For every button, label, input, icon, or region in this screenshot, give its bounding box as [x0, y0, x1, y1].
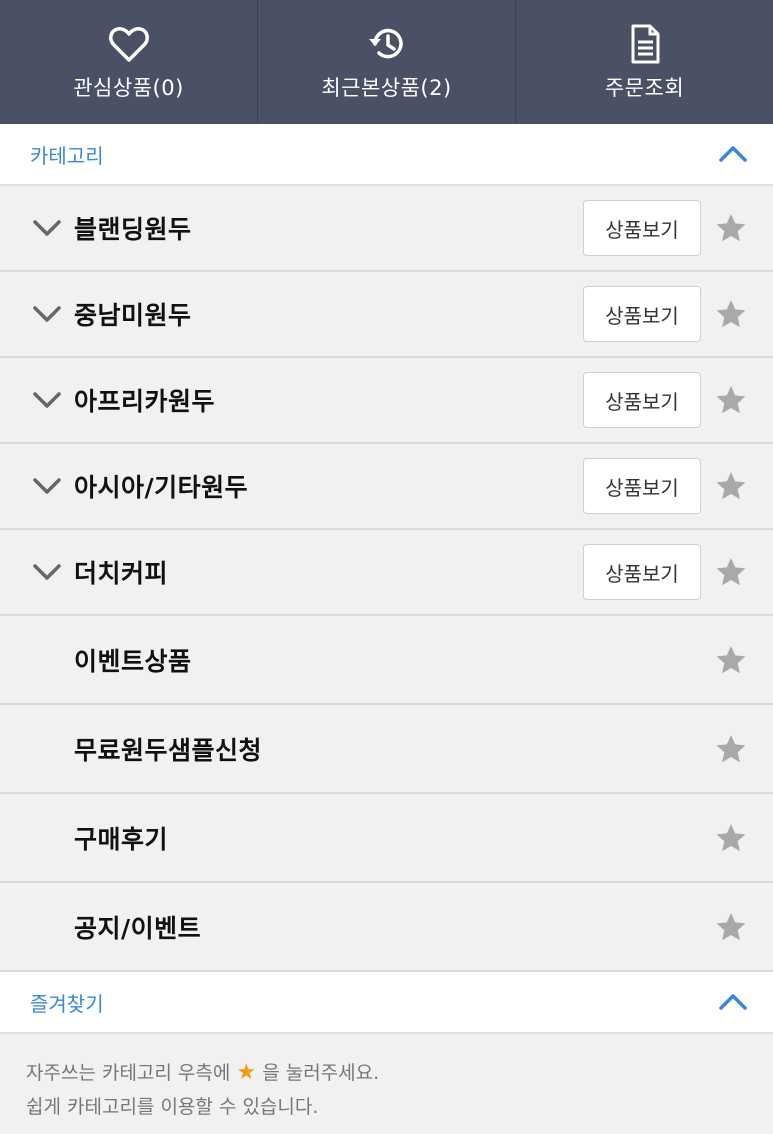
category-list: 블랜딩원두 상품보기 중남미원두 상품보기 아프리카원두 상품보기 아시아/기타원두 상품보기… — [0, 186, 773, 972]
tab-wishlist-label: 관심상품(0) — [73, 76, 184, 100]
star-icon[interactable] — [715, 298, 747, 330]
chevron-down-icon[interactable] — [30, 469, 64, 503]
category-item[interactable]: 블랜딩원두 상품보기 — [0, 186, 773, 272]
chevron-down-icon[interactable] — [30, 383, 64, 417]
category-item[interactable]: 이벤트상품 — [0, 616, 773, 705]
category-item-label[interactable]: 아프리카원두 — [74, 382, 583, 418]
tab-recently-viewed-label: 최근본상품(2) — [321, 76, 452, 100]
tab-recently-viewed[interactable]: 최근본상품(2) — [258, 0, 516, 124]
category-item[interactable]: 공지/이벤트 — [0, 883, 773, 972]
view-products-button[interactable]: 상품보기 — [583, 458, 701, 514]
category-item[interactable]: 무료원두샘플신청 — [0, 705, 773, 794]
category-section-title: 카테고리 — [30, 143, 104, 168]
category-section-header[interactable]: 카테고리 — [0, 124, 773, 186]
favorites-hint-line2: 쉽게 카테고리를 이용할 수 있습니다. — [26, 1096, 319, 1118]
category-item-label[interactable]: 더치커피 — [74, 554, 583, 590]
star-icon[interactable] — [715, 470, 747, 502]
chevron-down-icon[interactable] — [30, 297, 64, 331]
star-icon: ★ — [236, 1060, 257, 1085]
favorites-hint: 자주쓰는 카테고리 우측에 ★ 을 눌러주세요. 쉽게 카테고리를 이용할 수 … — [0, 1034, 773, 1134]
favorites-section-header[interactable]: 즐겨찾기 — [0, 972, 773, 1034]
chevron-down-icon[interactable] — [30, 555, 64, 589]
star-icon[interactable] — [715, 384, 747, 416]
category-item[interactable]: 구매후기 — [0, 794, 773, 883]
favorites-section-title: 즐겨찾기 — [30, 991, 104, 1016]
favorites-hint-line1: 자주쓰는 카테고리 우측에 ★ 을 눌러주세요. — [26, 1056, 747, 1090]
star-icon[interactable] — [715, 556, 747, 588]
view-products-button[interactable]: 상품보기 — [583, 544, 701, 600]
document-icon — [631, 24, 659, 64]
category-item[interactable]: 아시아/기타원두 상품보기 — [0, 444, 773, 530]
tab-order-lookup-label: 주문조회 — [604, 76, 685, 100]
category-item[interactable]: 더치커피 상품보기 — [0, 530, 773, 616]
view-products-button[interactable]: 상품보기 — [583, 372, 701, 428]
chevron-up-icon[interactable] — [717, 986, 749, 1018]
tab-order-lookup[interactable]: 주문조회 — [516, 0, 773, 124]
top-nav-bar: 관심상품(0) 최근본상품(2) 주문조회 — [0, 0, 773, 124]
view-products-button[interactable]: 상품보기 — [583, 286, 701, 342]
category-item-label[interactable]: 아시아/기타원두 — [74, 468, 583, 504]
category-item-label[interactable]: 구매후기 — [74, 820, 715, 856]
star-icon[interactable] — [715, 822, 747, 854]
category-item-label[interactable]: 무료원두샘플신청 — [74, 731, 715, 767]
star-icon[interactable] — [715, 212, 747, 244]
favorites-hint-part1: 자주쓰는 카테고리 우측에 — [26, 1062, 231, 1084]
category-item[interactable]: 중남미원두 상품보기 — [0, 272, 773, 358]
chevron-up-icon[interactable] — [717, 138, 749, 170]
category-item-label[interactable]: 블랜딩원두 — [74, 210, 583, 246]
history-icon — [368, 28, 403, 59]
tab-wishlist[interactable]: 관심상품(0) — [0, 0, 258, 124]
favorites-hint-part2: 을 눌러주세요. — [262, 1062, 380, 1084]
view-products-button[interactable]: 상품보기 — [583, 200, 701, 256]
category-item-label[interactable]: 공지/이벤트 — [74, 909, 715, 945]
category-item-label[interactable]: 중남미원두 — [74, 296, 583, 332]
category-item[interactable]: 아프리카원두 상품보기 — [0, 358, 773, 444]
category-item-label[interactable]: 이벤트상품 — [74, 642, 715, 678]
star-icon[interactable] — [715, 733, 747, 765]
star-icon[interactable] — [715, 644, 747, 676]
chevron-down-icon[interactable] — [30, 211, 64, 245]
star-icon[interactable] — [715, 911, 747, 943]
heart-icon — [108, 27, 149, 62]
